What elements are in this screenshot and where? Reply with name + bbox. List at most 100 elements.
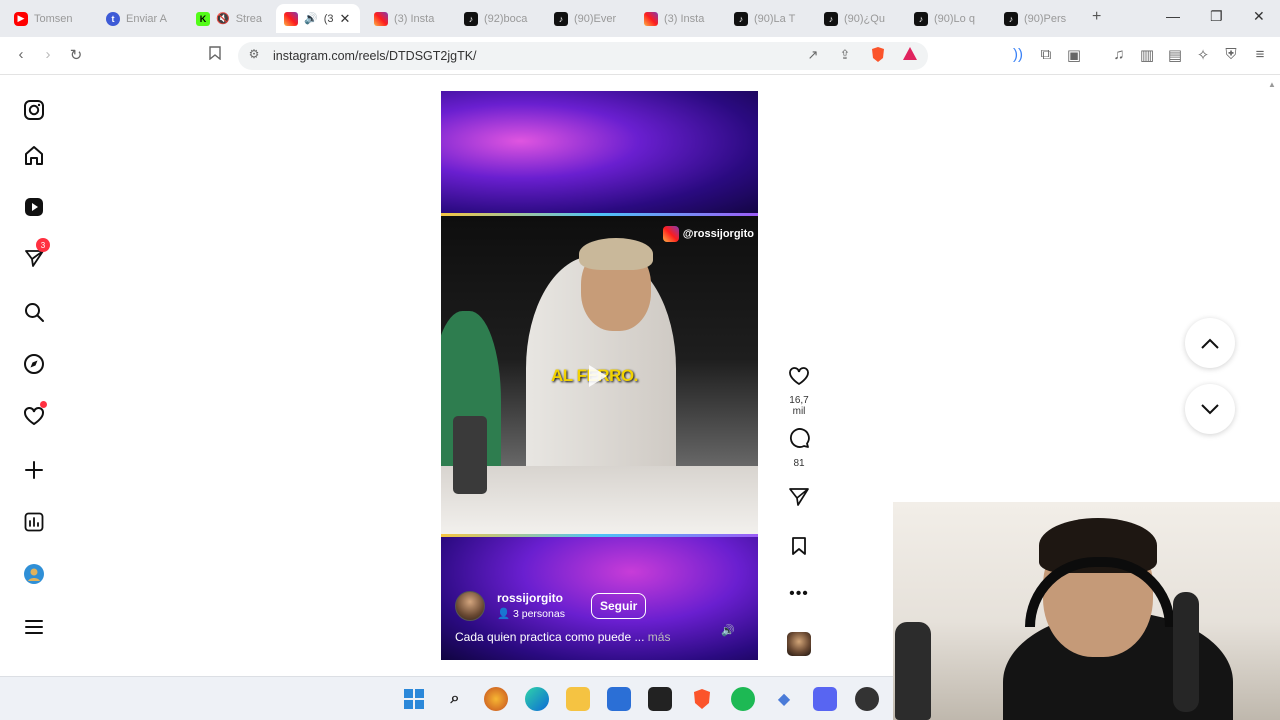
- more-link[interactable]: más: [648, 630, 671, 644]
- discord-icon[interactable]: [813, 687, 837, 711]
- taskbar-search-icon[interactable]: ⌕: [443, 687, 467, 711]
- collaborators-count: 3 personas: [513, 608, 565, 620]
- windows-start-icon[interactable]: [402, 687, 426, 711]
- close-tab-icon[interactable]: ✕: [339, 11, 350, 27]
- save-bookmark-icon[interactable]: [791, 536, 807, 556]
- browser-tab[interactable]: (3) Insta: [366, 4, 452, 33]
- browser-tab[interactable]: (3) Insta: [636, 4, 722, 33]
- description-text: Cada quien practica como puede ...: [455, 630, 645, 644]
- terminal-icon[interactable]: [648, 687, 672, 711]
- app-diamond-icon[interactable]: ◆: [772, 687, 796, 711]
- more-options-icon[interactable]: •••: [789, 585, 809, 602]
- audio-thumbnail[interactable]: [787, 632, 811, 656]
- read-aloud-icon[interactable]: )): [1008, 46, 1028, 63]
- browser-tab[interactable]: ♪ (92)boca: [456, 4, 542, 33]
- reel-watermark: @rossijorgito: [662, 226, 754, 242]
- brave-shields-icon[interactable]: [868, 46, 888, 67]
- bookmark-icon[interactable]: [205, 46, 225, 64]
- minimize-icon[interactable]: —: [1166, 8, 1180, 24]
- more-menu-icon[interactable]: [22, 615, 46, 639]
- comment-action[interactable]: 81: [782, 427, 816, 469]
- browser-tab[interactable]: ▶ Tomsen: [6, 4, 92, 33]
- browser-tab[interactable]: ♪ (90)Lo q: [906, 4, 992, 33]
- messages-icon[interactable]: 3: [22, 238, 50, 270]
- vpn-icon[interactable]: ⛨: [1221, 46, 1241, 63]
- menu-icon[interactable]: ≡: [1250, 46, 1270, 63]
- play-icon[interactable]: [589, 365, 607, 387]
- browser-tab[interactable]: K 🔇 Strea: [188, 4, 272, 33]
- brave-rewards-icon[interactable]: [900, 46, 920, 65]
- tiktok-icon: ♪: [914, 11, 928, 26]
- volume-icon[interactable]: 🔊: [721, 624, 735, 637]
- explore-icon[interactable]: [22, 352, 46, 376]
- address-bar[interactable]: ⚙ instagram.com/reels/DTDSGT2jgTK/ ↗ ⇪: [238, 42, 928, 70]
- back-icon[interactable]: ‹: [11, 46, 31, 63]
- tab-title: (3: [323, 12, 334, 25]
- previous-reel-button[interactable]: [1185, 318, 1235, 368]
- obs-icon[interactable]: [855, 687, 879, 711]
- like-heart-icon[interactable]: [788, 366, 810, 386]
- instagram-icon: [284, 11, 298, 26]
- collaborators[interactable]: 👤 3 personas: [497, 607, 565, 620]
- scroll-up-arrow-icon[interactable]: ▲: [1268, 80, 1276, 89]
- reel-description[interactable]: Cada quien practica como puede ... más: [455, 630, 670, 644]
- restore-icon[interactable]: ❐: [1210, 8, 1223, 25]
- next-reel-button[interactable]: [1185, 384, 1235, 434]
- tab-title: Enviar A: [126, 12, 167, 25]
- sidebar-icon[interactable]: ▥: [1137, 46, 1157, 64]
- open-external-icon[interactable]: ↗: [803, 47, 823, 63]
- screenshot-icon[interactable]: ▣: [1064, 46, 1084, 64]
- notifications-heart-icon[interactable]: [22, 401, 47, 428]
- tab-title: (90)¿Qu: [844, 12, 885, 25]
- file-explorer-icon[interactable]: [566, 687, 590, 711]
- tiktok-icon: ♪: [824, 11, 838, 26]
- more-options-action[interactable]: •••: [782, 585, 816, 603]
- tab-title: Tomsen: [34, 12, 73, 25]
- brave-icon[interactable]: [690, 687, 714, 711]
- share-send-icon[interactable]: [788, 487, 810, 507]
- browser-tab[interactable]: ♪ (90)Ever: [546, 4, 632, 33]
- site-settings-icon[interactable]: ⚙: [244, 47, 264, 61]
- extensions-icon[interactable]: ⧉: [1036, 46, 1056, 63]
- reel-video[interactable]: @rossijorgito AL FERRO. rossijorgito 👤 3…: [441, 91, 758, 660]
- instagram-logo-icon[interactable]: [22, 98, 46, 122]
- tiktok-icon: ♪: [1004, 11, 1018, 26]
- browser-tab[interactable]: ♪ (90)Pers: [996, 4, 1082, 33]
- wallet-icon[interactable]: ▤: [1165, 46, 1185, 64]
- youtube-icon: ▶: [14, 11, 28, 26]
- new-tab-icon[interactable]: +: [1092, 8, 1101, 26]
- author-avatar[interactable]: [455, 591, 485, 621]
- comments-count: 81: [793, 458, 805, 469]
- audio-playing-icon: 🔊: [304, 13, 318, 25]
- comment-icon[interactable]: [788, 427, 810, 449]
- like-action[interactable]: 16,7 mil: [782, 366, 816, 417]
- reels-icon[interactable]: [22, 195, 46, 219]
- edge-icon[interactable]: [525, 687, 549, 711]
- twitch-icon: t: [106, 11, 120, 26]
- leo-ai-icon[interactable]: ✧: [1193, 46, 1213, 64]
- microphone: [1173, 592, 1199, 712]
- browser-tab-active[interactable]: 🔊 (3 ✕: [276, 4, 360, 33]
- browser-tab[interactable]: ♪ (90)¿Qu: [816, 4, 902, 33]
- store-icon[interactable]: [607, 687, 631, 711]
- spotify-icon[interactable]: [731, 687, 755, 711]
- home-icon[interactable]: [22, 143, 46, 167]
- reload-icon[interactable]: ↻: [66, 46, 86, 64]
- save-action[interactable]: [782, 536, 816, 561]
- media-icon[interactable]: ♫: [1109, 46, 1129, 63]
- url-text[interactable]: instagram.com/reels/DTDSGT2jgTK/: [273, 49, 477, 63]
- author-username[interactable]: rossijorgito: [497, 591, 563, 605]
- tab-title: Strea: [235, 12, 262, 25]
- follow-button[interactable]: Seguir: [591, 593, 647, 619]
- profile-avatar-icon[interactable]: [22, 562, 46, 586]
- share-action[interactable]: [782, 487, 816, 512]
- browser-tab[interactable]: t Enviar A: [98, 4, 184, 33]
- window-close-icon[interactable]: ✕: [1253, 8, 1265, 25]
- create-icon[interactable]: [22, 458, 46, 482]
- browser-tab[interactable]: ♪ (90)La T: [726, 4, 812, 33]
- dashboard-icon[interactable]: [22, 510, 46, 534]
- share-icon[interactable]: ⇪: [835, 47, 855, 63]
- forward-icon[interactable]: ›: [38, 46, 58, 63]
- app-orb-icon[interactable]: [484, 687, 508, 711]
- search-icon[interactable]: [22, 300, 46, 324]
